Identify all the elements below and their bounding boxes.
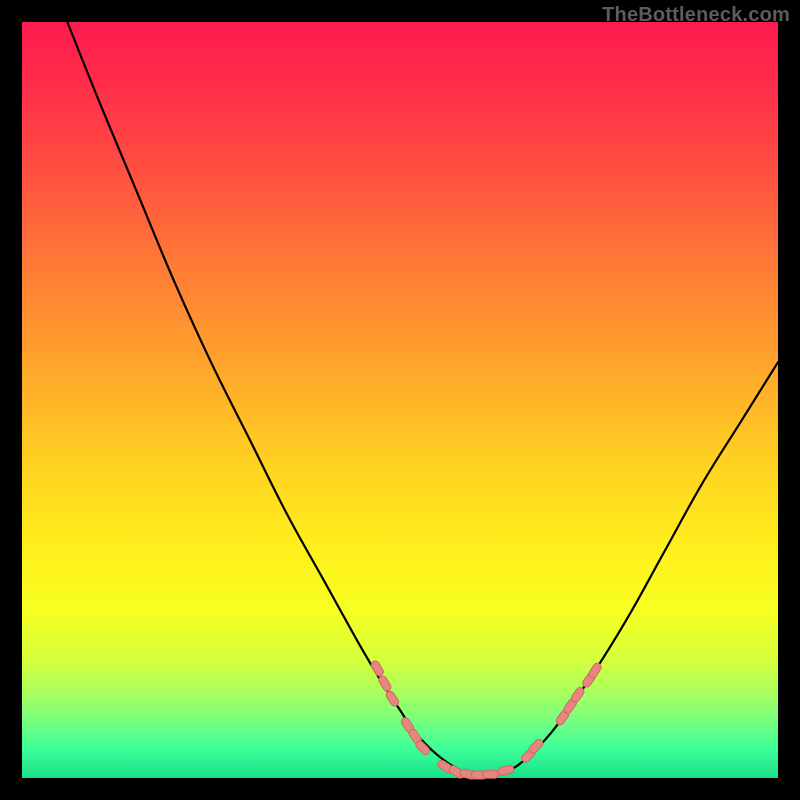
curve-marker <box>587 662 602 680</box>
chart-overlay-svg <box>22 22 778 778</box>
curve-marker <box>385 690 401 708</box>
chart-frame <box>22 22 778 778</box>
curve-marker <box>414 739 431 756</box>
curve-marker <box>528 738 545 755</box>
curve-marker <box>377 675 392 693</box>
curve-marker <box>483 770 499 778</box>
bottleneck-curve <box>67 22 778 775</box>
curve-markers-group <box>370 659 603 780</box>
curve-marker <box>497 765 514 777</box>
curve-marker <box>570 686 586 704</box>
